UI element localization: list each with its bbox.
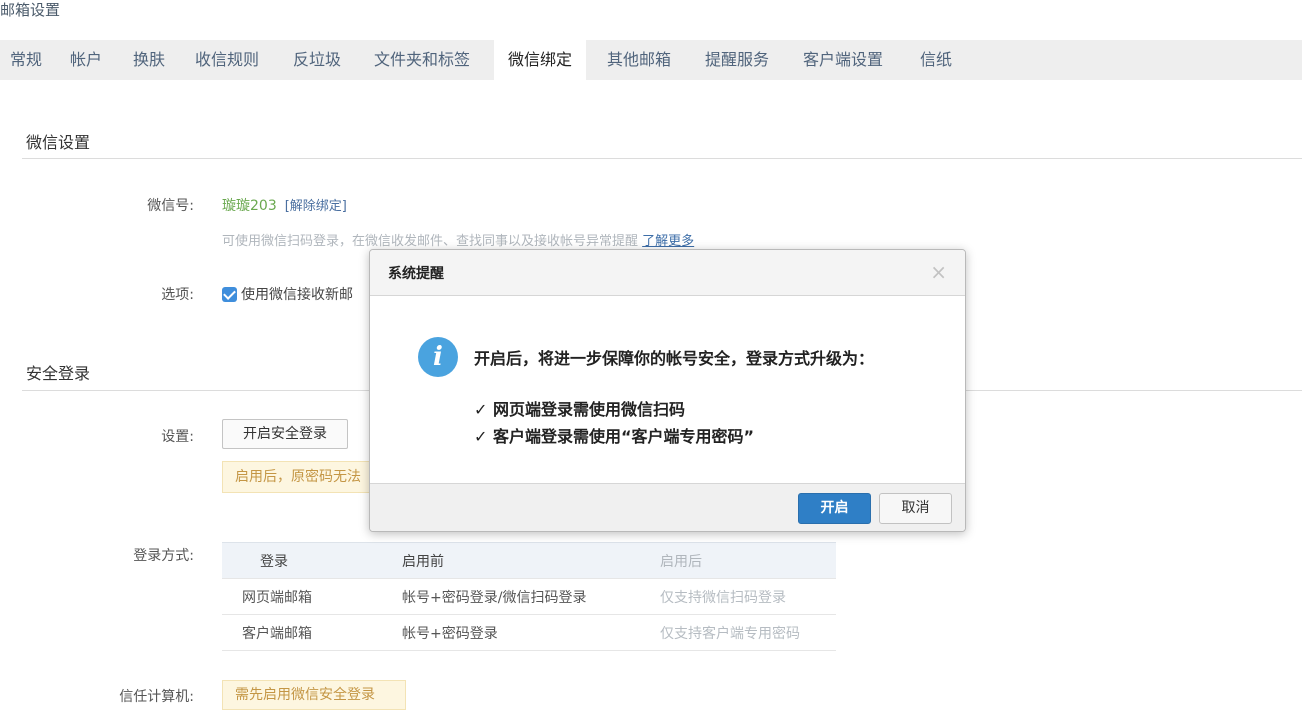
login-method-label: 登录方式: xyxy=(133,548,194,564)
tab-stationery[interactable]: 信纸 xyxy=(920,40,952,80)
table-cell: 客户端邮箱 xyxy=(222,614,402,651)
tab-reminder-service[interactable]: 提醒服务 xyxy=(705,40,769,80)
dialog-message: 开启后，将进一步保障你的帐号安全，登录方式升级为： xyxy=(474,349,875,368)
wechat-account-label: 微信号: xyxy=(147,198,194,214)
wechat-notify-option[interactable]: 使用微信接收新邮 xyxy=(222,284,353,303)
page-title: 邮箱设置 xyxy=(0,1,61,19)
close-icon[interactable]: × xyxy=(930,260,947,284)
unbind-link[interactable]: [解除绑定] xyxy=(285,199,347,214)
dialog-bullet-web: ✓ 网页端登录需使用微信扫码 xyxy=(474,400,685,419)
options-label: 选项: xyxy=(161,287,194,303)
settings-label: 设置: xyxy=(161,429,194,445)
cancel-button[interactable]: 取消 xyxy=(879,493,952,524)
dialog-footer: 开启 取消 xyxy=(370,483,965,531)
confirm-enable-button[interactable]: 开启 xyxy=(798,493,871,524)
secure-login-warning: 启用后，原密码无法 xyxy=(222,461,382,493)
section-divider xyxy=(22,158,1302,159)
tab-skin[interactable]: 换肤 xyxy=(133,40,165,80)
trust-computer-notice: 需先启用微信安全登录 xyxy=(222,680,406,710)
tab-folders-labels[interactable]: 文件夹和标签 xyxy=(374,40,470,80)
tab-wechat-binding[interactable]: 微信绑定 xyxy=(494,40,587,80)
tab-client-settings[interactable]: 客户端设置 xyxy=(803,40,883,80)
dialog-title: 系统提醒 xyxy=(388,266,444,282)
info-icon: i xyxy=(418,337,458,377)
table-header-row: 登录 启用前 启用后 xyxy=(222,542,836,579)
system-alert-dialog: 系统提醒 × i 开启后，将进一步保障你的帐号安全，登录方式升级为： ✓ 网页端… xyxy=(369,249,966,532)
table-header-before: 启用前 xyxy=(402,542,660,579)
table-row: 网页端邮箱 帐号+密码登录/微信扫码登录 仅支持微信扫码登录 xyxy=(222,578,836,615)
table-header-login: 登录 xyxy=(222,542,402,579)
tab-general[interactable]: 常规 xyxy=(10,40,42,80)
wechat-account-row: 璇璇203 [解除绑定] xyxy=(222,195,347,215)
wechat-hint-text: 可使用微信扫码登录，在微信收发邮件、查找同事以及接收帐号异常提醒 xyxy=(222,234,639,249)
settings-tab-bar: 常规 帐户 换肤 收信规则 反垃圾 文件夹和标签 微信绑定 其他邮箱 提醒服务 … xyxy=(0,40,1302,80)
tab-account[interactable]: 帐户 xyxy=(70,40,102,80)
secure-login-section-title: 安全登录 xyxy=(26,364,91,383)
learn-more-link[interactable]: 了解更多 xyxy=(642,234,694,249)
table-cell: 仅支持微信扫码登录 xyxy=(660,578,836,615)
table-cell: 帐号+密码登录/微信扫码登录 xyxy=(402,578,660,615)
dialog-header: 系统提醒 × xyxy=(370,250,965,296)
login-method-table: 登录 启用前 启用后 网页端邮箱 帐号+密码登录/微信扫码登录 仅支持微信扫码登… xyxy=(222,542,836,651)
trust-computer-label: 信任计算机: xyxy=(119,689,194,705)
wechat-hint: 可使用微信扫码登录，在微信收发邮件、查找同事以及接收帐号异常提醒 了解更多 xyxy=(222,230,694,249)
dialog-bullet-client: ✓ 客户端登录需使用“客户端专用密码” xyxy=(474,427,755,446)
table-row: 客户端邮箱 帐号+密码登录 仅支持客户端专用密码 xyxy=(222,614,836,651)
tab-mail-rules[interactable]: 收信规则 xyxy=(195,40,259,80)
table-header-after: 启用后 xyxy=(660,542,836,579)
enable-secure-login-button[interactable]: 开启安全登录 xyxy=(222,419,348,449)
table-cell: 帐号+密码登录 xyxy=(402,614,660,651)
table-cell: 仅支持客户端专用密码 xyxy=(660,614,836,651)
checkbox-checked-icon[interactable] xyxy=(222,286,237,302)
wechat-account-value: 璇璇203 xyxy=(222,198,277,214)
wechat-notify-label: 使用微信接收新邮 xyxy=(241,287,353,303)
tab-anti-spam[interactable]: 反垃圾 xyxy=(293,40,341,80)
table-cell: 网页端邮箱 xyxy=(222,578,402,615)
tab-other-mailboxes[interactable]: 其他邮箱 xyxy=(607,40,671,80)
wechat-section-title: 微信设置 xyxy=(26,133,91,152)
